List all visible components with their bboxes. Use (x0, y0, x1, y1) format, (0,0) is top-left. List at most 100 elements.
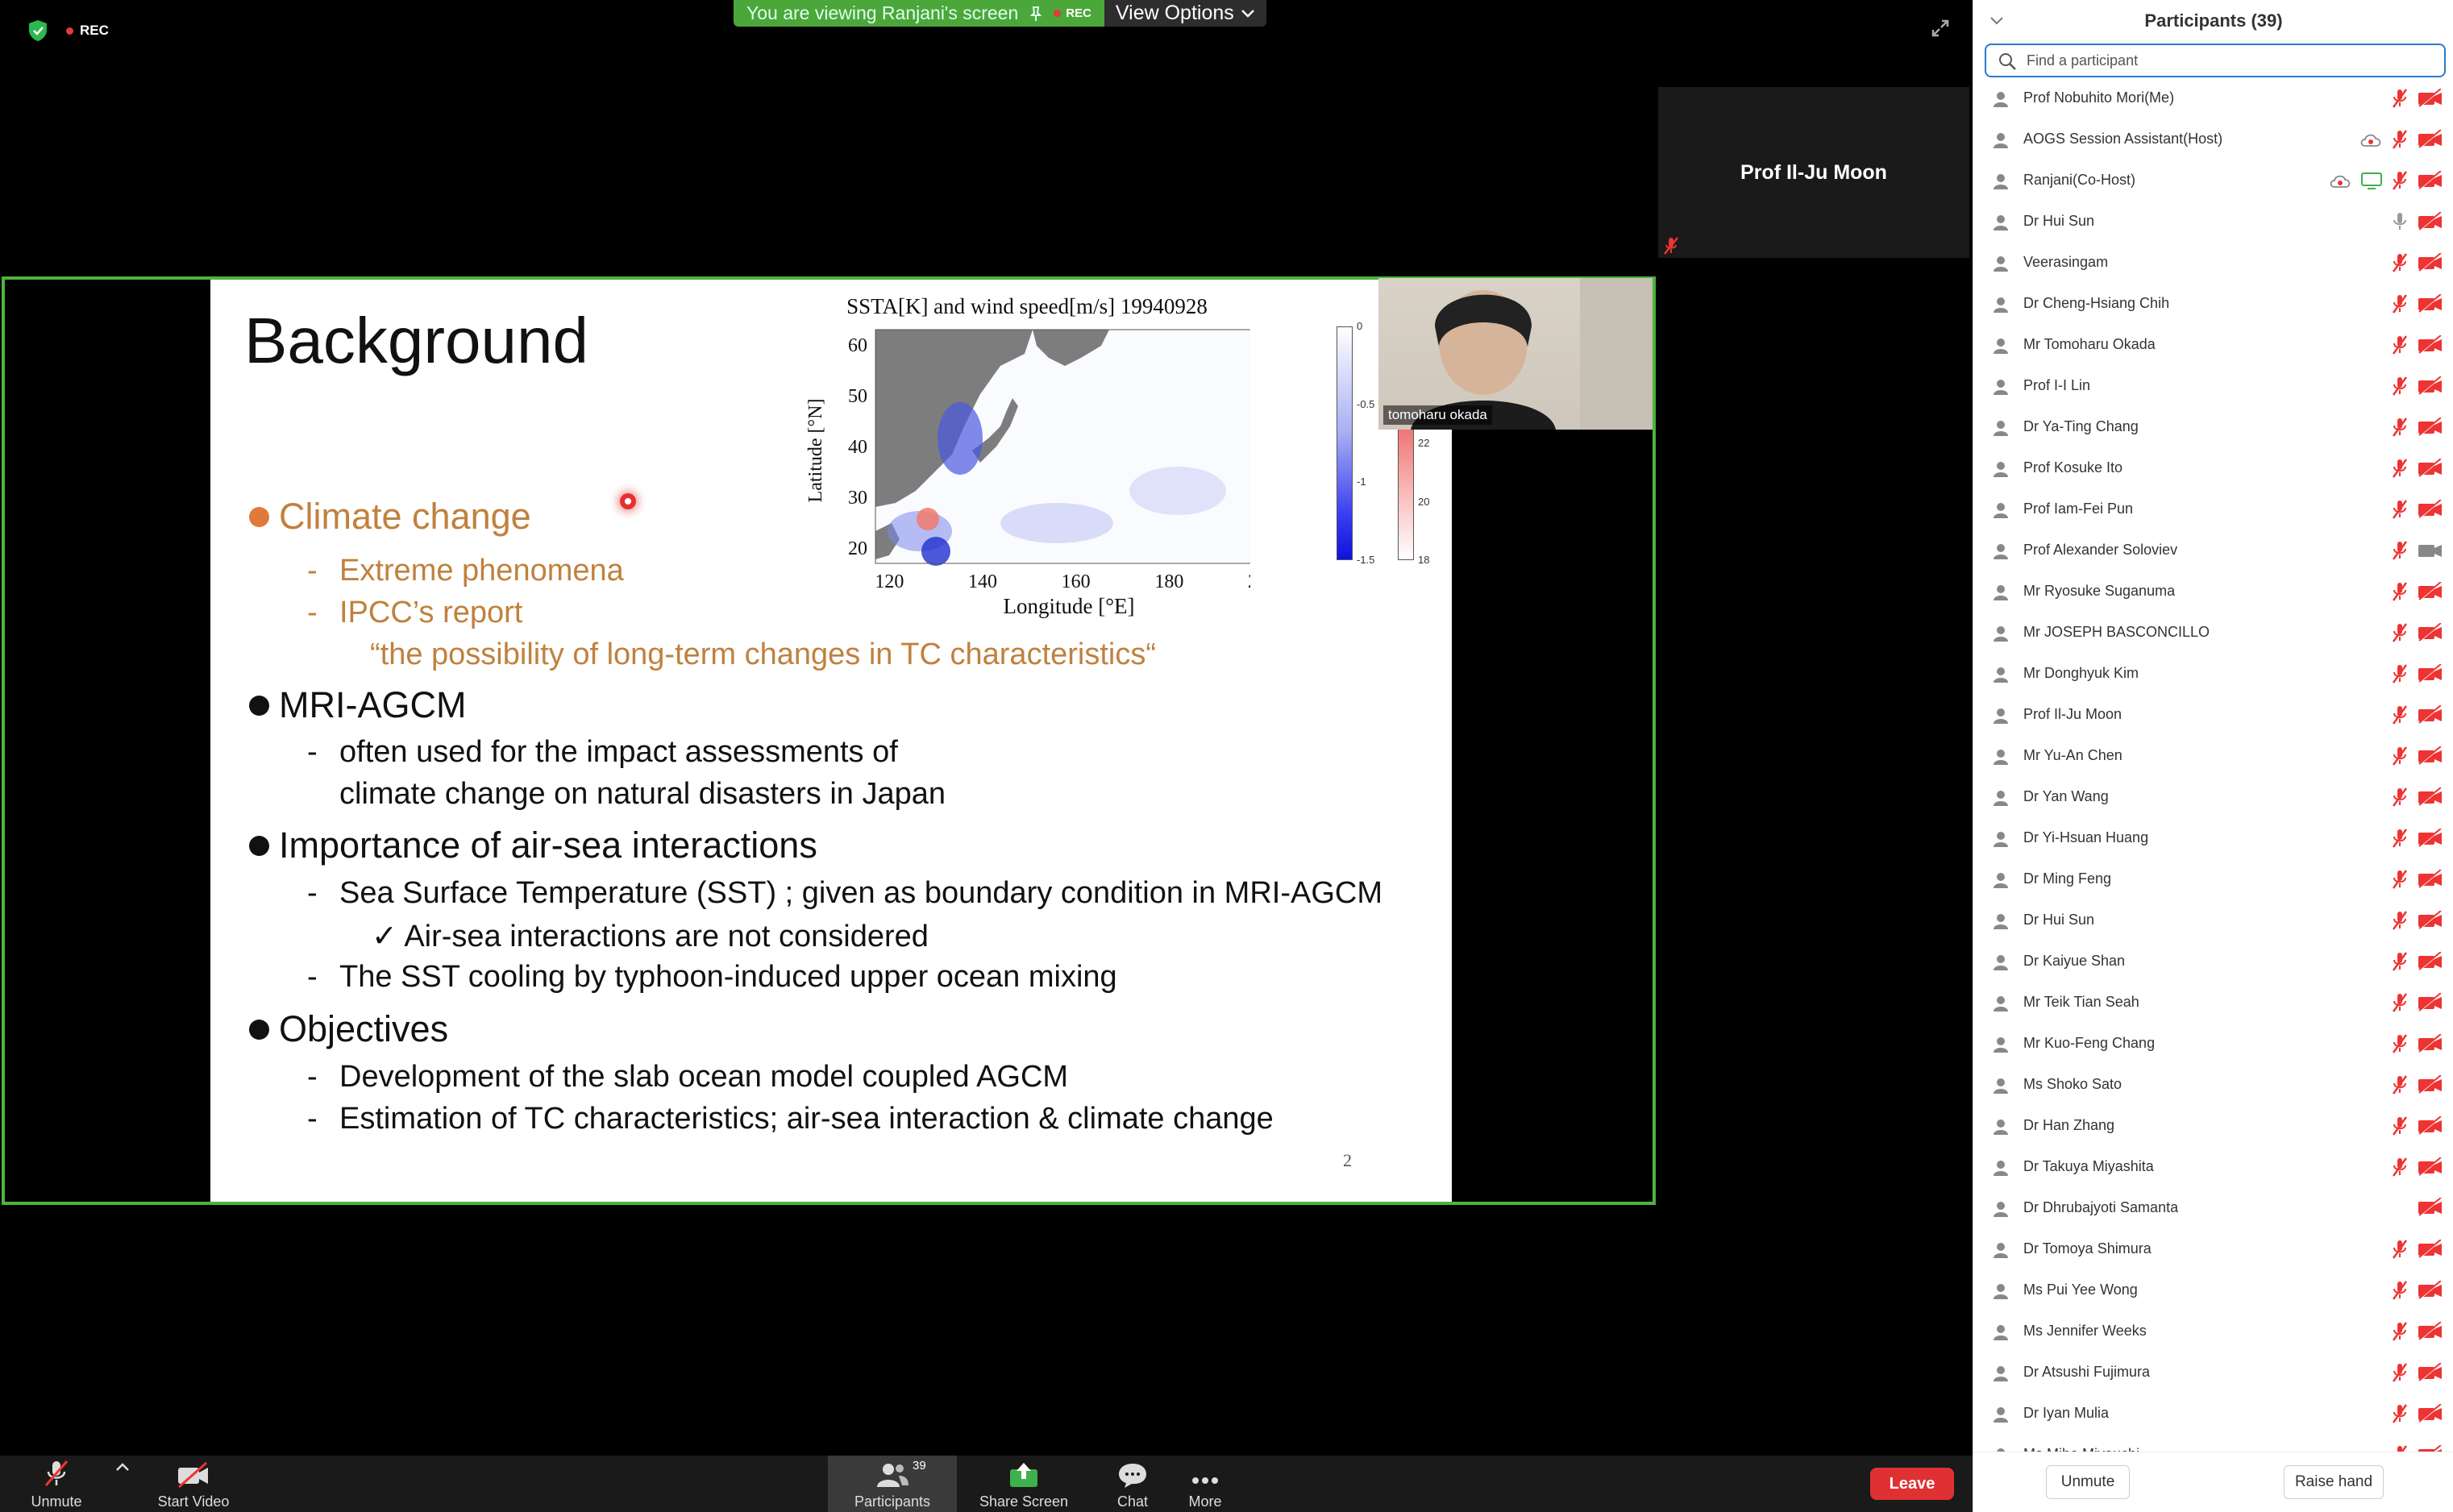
participant-row[interactable]: Ms Jennifer Weeks (1973, 1311, 2453, 1352)
participant-name: Ms Miho Miyauchi (2023, 1446, 2139, 1452)
avatar-icon (1994, 503, 2008, 518)
participant-row[interactable]: Dr Hui Sun (1973, 900, 2453, 941)
participant-row[interactable]: Dr Cheng-Hsiang Chih (1973, 284, 2453, 325)
participant-row[interactable]: Mr Kuo-Feng Chang (1973, 1024, 2453, 1065)
participant-row[interactable]: Prof Il-Ju Moon (1973, 695, 2453, 736)
screen-sharing-icon (2361, 172, 2382, 189)
participant-status-icons (2391, 704, 2444, 725)
colorbar-tick-label: 22 (1418, 437, 1430, 449)
banner-rec-label: REC (1066, 6, 1091, 20)
participant-row[interactable]: Dr Takuya Miyashita (1973, 1147, 2453, 1188)
participant-name: Prof Nobuhito Mori(Me) (2023, 89, 2175, 106)
presentation-slide: Background SSTA[K] and wind speed[m/s] 1… (210, 280, 1452, 1202)
participant-row[interactable]: Mr Teik Tian Seah (1973, 982, 2453, 1024)
participant-name: Ms Pui Yee Wong (2023, 1281, 2138, 1298)
muted-mic-icon (2392, 1404, 2408, 1423)
muted-mic-icon (2392, 705, 2408, 725)
participant-row[interactable]: Ms Shoko Sato (1973, 1065, 2453, 1106)
avatar-icon (1994, 1284, 2008, 1299)
sub-bullet: - Estimation of TC characteristics; air-s… (307, 1102, 1274, 1136)
raise-hand-button[interactable]: Raise hand (2284, 1465, 2384, 1499)
participant-row[interactable]: Mr Yu-An Chen (1973, 736, 2453, 777)
participants-button[interactable]: 39 Participants (828, 1456, 957, 1512)
participant-status-icons (2391, 540, 2444, 561)
participant-list[interactable]: Prof Nobuhito Mori(Me) AOGS Session Assis… (1973, 78, 2453, 1452)
fullscreen-icon[interactable] (1928, 16, 1952, 40)
participant-row[interactable]: Dr Hui Sun (1973, 201, 2453, 243)
participant-name: Prof Kosuke Ito (2023, 459, 2123, 476)
participant-row[interactable]: Dr Atsushi Fujimura (1973, 1352, 2453, 1394)
video-off-icon (2418, 1240, 2442, 1259)
participant-name: Mr Yu-An Chen (2023, 747, 2122, 763)
share-screen-button[interactable]: Share Screen (967, 1456, 1080, 1512)
participant-row[interactable]: Prof Kosuke Ito (1973, 448, 2453, 489)
participant-row[interactable]: Mr JOSEPH BASCONCILLO (1973, 613, 2453, 654)
chat-button[interactable]: Chat (1100, 1456, 1165, 1512)
participant-row[interactable]: Ranjani(Co-Host) (1973, 160, 2453, 201)
muted-mic-icon (2392, 89, 2408, 108)
more-button[interactable]: More (1173, 1456, 1237, 1512)
avatar-icon (1994, 256, 2008, 272)
muted-mic-icon (2392, 253, 2408, 272)
video-off-icon (2418, 1075, 2442, 1095)
video-icon (2418, 545, 2442, 557)
video-off-icon (2418, 500, 2442, 519)
participant-status-icons (2328, 170, 2444, 191)
view-options-button[interactable]: View Options (1104, 0, 1266, 27)
start-video-button[interactable]: Start Video (149, 1456, 238, 1512)
video-off-icon (2418, 459, 2442, 478)
share-screen-label: Share Screen (979, 1493, 1069, 1510)
video-off-icon (2418, 952, 2442, 971)
avatar-icon (1994, 380, 2008, 395)
unmute-button[interactable]: Unmute (20, 1456, 93, 1512)
participant-name: Dr Cheng-Hsiang Chih (2023, 295, 2170, 311)
participant-row[interactable]: Prof Nobuhito Mori(Me) (1973, 78, 2453, 119)
participant-row[interactable]: Dr Dhrubajyoti Samanta (1973, 1188, 2453, 1229)
participant-row[interactable]: AOGS Session Assistant(Host) (1973, 119, 2453, 160)
participant-name: Dr Atsushi Fujimura (2023, 1364, 2151, 1380)
avatar-icon (1994, 750, 2008, 765)
participant-status-icons (2391, 869, 2444, 890)
muted-mic-icon (2392, 993, 2408, 1012)
video-off-icon (2418, 1445, 2442, 1452)
participant-row[interactable]: Mr Ryosuke Suganuma (1973, 571, 2453, 613)
sub-bullet: - Development of the slab ocean model cou… (307, 1060, 1068, 1095)
participant-row[interactable]: Prof Alexander Soloviev (1973, 530, 2453, 571)
avatar-icon (1994, 914, 2008, 929)
participant-row[interactable]: Prof I-I Lin (1973, 366, 2453, 407)
participant-row[interactable]: Dr Tomoya Shimura (1973, 1229, 2453, 1270)
participant-row[interactable]: Ms Pui Yee Wong (1973, 1270, 2453, 1311)
participant-search-input[interactable]: Find a participant (1985, 44, 2446, 77)
participant-name: Prof Alexander Soloviev (2023, 542, 2178, 558)
participant-row[interactable]: Dr Iyan Mulia (1973, 1394, 2453, 1435)
security-shield-icon[interactable] (27, 19, 48, 42)
muted-mic-icon (2392, 459, 2408, 478)
participant-status-icons (2391, 1115, 2444, 1136)
avatar-icon (1994, 626, 2008, 642)
audio-options-chevron-icon[interactable] (115, 1462, 130, 1472)
participant-row[interactable]: Mr Donghyuk Kim (1973, 654, 2453, 695)
participant-name: Ranjani(Co-Host) (2023, 172, 2136, 188)
avatar-icon (1994, 1037, 2008, 1053)
leave-button[interactable]: Leave (1870, 1468, 1954, 1500)
participant-row[interactable]: Dr Ya-Ting Chang (1973, 407, 2453, 448)
participant-row[interactable]: Dr Kaiyue Shan (1973, 941, 2453, 982)
recording-indicator: REC (66, 23, 109, 39)
participant-row[interactable]: Dr Ming Feng (1973, 859, 2453, 900)
participant-row[interactable]: Dr Yan Wang (1973, 777, 2453, 818)
participant-row[interactable]: Dr Han Zhang (1973, 1106, 2453, 1147)
active-speaker-tile[interactable]: Prof Il-Ju Moon (1658, 87, 1969, 258)
panel-unmute-button[interactable]: Unmute (2046, 1465, 2130, 1499)
participant-row[interactable]: Ms Miho Miyauchi (1973, 1435, 2453, 1452)
map-plot-area (875, 329, 1250, 566)
meeting-toolbar: Unmute Start Video 39 Participants Share… (0, 1456, 1973, 1512)
participants-icon (877, 1464, 908, 1487)
avatar-icon (1994, 1161, 2008, 1176)
participant-row[interactable]: Dr Yi-Hsuan Huang (1973, 818, 2453, 859)
participant-row[interactable]: Veerasingam (1973, 243, 2453, 284)
bullet-mri-agcm: MRI-AGCM (249, 684, 466, 726)
x-tick-label: 200 (1248, 571, 1250, 592)
participant-name: Prof Iam-Fei Pun (2023, 501, 2134, 517)
participant-row[interactable]: Prof Iam-Fei Pun (1973, 489, 2453, 530)
participant-row[interactable]: Mr Tomoharu Okada (1973, 325, 2453, 366)
